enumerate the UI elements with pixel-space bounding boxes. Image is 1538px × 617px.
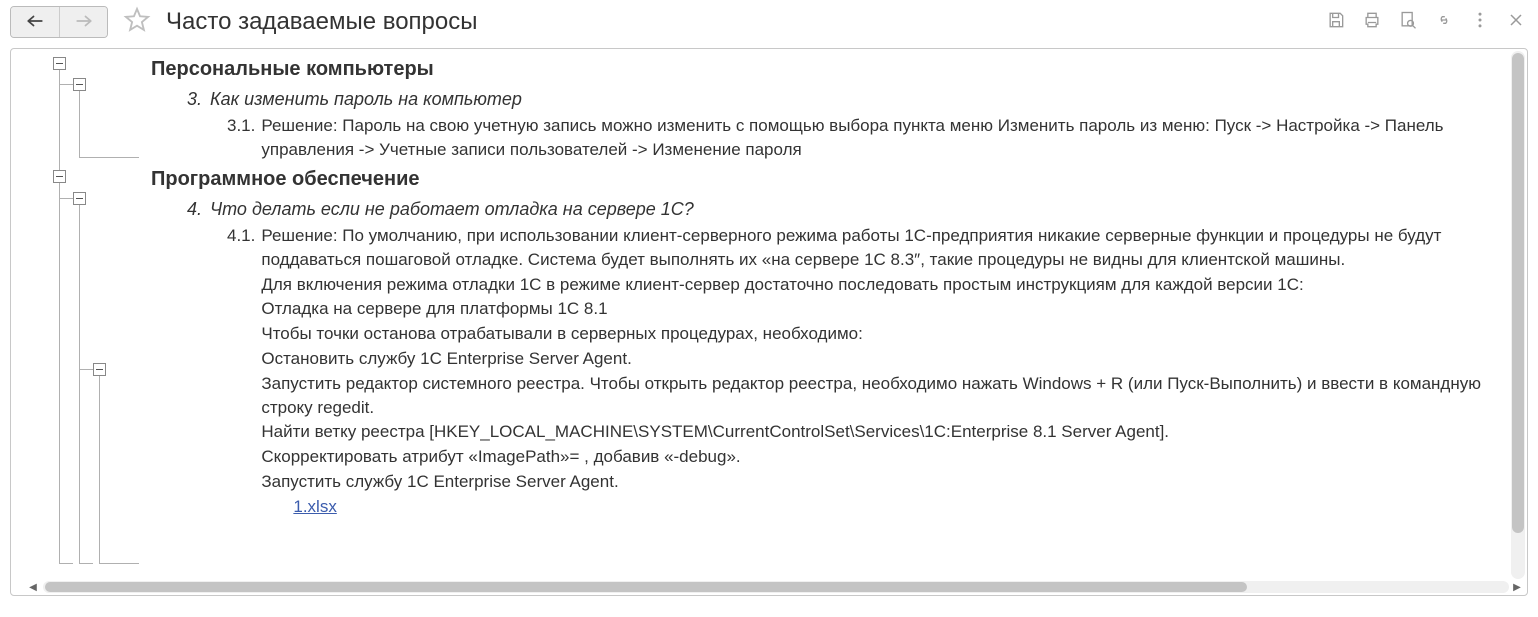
print-button[interactable] xyxy=(1360,10,1384,34)
tree-collapse-node[interactable] xyxy=(93,363,106,376)
answer-text: Решение: Пароль на свою учетную запись м… xyxy=(261,114,1509,163)
page-title: Часто задаваемые вопросы xyxy=(166,8,478,36)
arrow-left-icon xyxy=(26,14,44,31)
question-text: Как изменить пароль на компьютер xyxy=(210,87,522,112)
floppy-icon xyxy=(1326,10,1346,35)
tree-collapse-node[interactable] xyxy=(73,192,86,205)
section-title: Персональные компьютеры xyxy=(151,55,1509,83)
close-icon xyxy=(1506,10,1526,35)
tree-collapse-node[interactable] xyxy=(53,57,66,70)
vertical-scrollbar[interactable] xyxy=(1511,51,1525,579)
question: 3. Как изменить пароль на компьютер xyxy=(187,87,1509,112)
tree-collapse-node[interactable] xyxy=(53,170,66,183)
toolbar: Часто задаваемые вопросы xyxy=(0,0,1538,44)
nav-buttons xyxy=(10,6,108,38)
answer-number: 3.1. xyxy=(227,114,255,163)
toolbar-right xyxy=(1324,10,1528,34)
tree-gutter xyxy=(11,49,151,581)
answer: 4.1. Решение: По умолчанию, при использо… xyxy=(227,224,1509,519)
scrollbar-thumb[interactable] xyxy=(45,582,1247,592)
content-panel: Персональные компьютеры 3. Как изменить … xyxy=(10,48,1528,596)
arrow-right-icon xyxy=(75,14,93,31)
save-button[interactable] xyxy=(1324,10,1348,34)
link-icon xyxy=(1434,10,1454,35)
preview-button[interactable] xyxy=(1396,10,1420,34)
answer-number: 4.1. xyxy=(227,224,255,519)
scroll-left-icon[interactable]: ◀ xyxy=(27,581,39,593)
question-number: 3. xyxy=(187,87,202,112)
page-search-icon xyxy=(1398,10,1418,35)
question: 4. Что делать если не работает отладка н… xyxy=(187,197,1509,222)
star-icon xyxy=(123,6,151,39)
tree-collapse-node[interactable] xyxy=(73,78,86,91)
scrollbar-thumb[interactable] xyxy=(1512,53,1524,533)
section-title: Программное обеспечение xyxy=(151,165,1509,193)
printer-icon xyxy=(1362,10,1382,35)
dots-vertical-icon xyxy=(1470,10,1490,35)
horizontal-scrollbar[interactable] xyxy=(43,581,1509,593)
attachment-link[interactable]: 1.xlsx xyxy=(293,495,336,519)
scroll-right-icon[interactable]: ▶ xyxy=(1511,581,1523,593)
link-button[interactable] xyxy=(1432,10,1456,34)
forward-button[interactable] xyxy=(59,7,107,37)
question-number: 4. xyxy=(187,197,202,222)
answer-text: Решение: По умолчанию, при использовании… xyxy=(261,224,1509,519)
question-text: Что делать если не работает отладка на с… xyxy=(210,197,694,222)
faq-body: Персональные компьютеры 3. Как изменить … xyxy=(151,49,1509,581)
answer: 3.1. Решение: Пароль на свою учетную зап… xyxy=(227,114,1509,163)
back-button[interactable] xyxy=(11,7,59,37)
close-button[interactable] xyxy=(1504,10,1528,34)
more-button[interactable] xyxy=(1468,10,1492,34)
favorite-button[interactable] xyxy=(122,7,152,37)
